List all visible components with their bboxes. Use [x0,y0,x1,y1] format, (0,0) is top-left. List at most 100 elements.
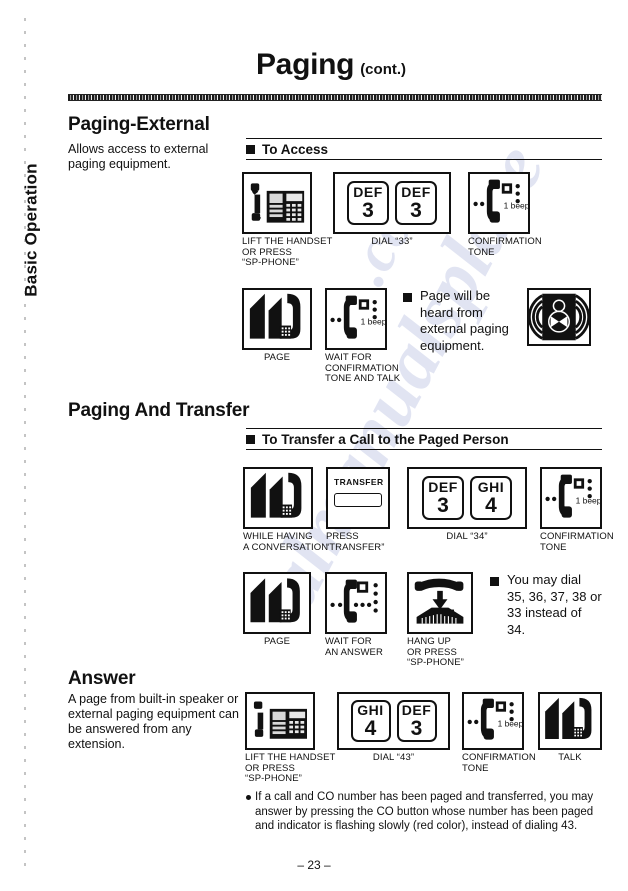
note-text: Page will be heard from external paging … [420,288,509,353]
footnote-text: If a call and CO number has been paged a… [255,791,594,832]
beep-label: 1 beep [576,496,600,506]
note-text: You may dial 35, 36, 37, 38 or 33 instea… [507,572,602,637]
subheading-text: To Access [262,142,329,157]
page-title-continued: (cont.) [360,61,407,78]
footnote-co-button: If a call and CO number has been paged a… [246,790,606,834]
keypad-key: GHI 4 [470,476,512,520]
key-letters: GHI [477,479,505,495]
step-caption: WAIT FOR AN ANSWER [325,636,383,658]
bullet-dot-icon [246,795,251,800]
conversation-handset-icon [243,467,313,529]
manual-page: almanualsplace .com Basic Operation Pagi… [0,0,628,891]
step-caption: CONFIRMATION TONE [462,752,536,774]
key-digit: 4 [364,717,377,740]
keypad-key: DEF 3 [396,700,437,742]
dial-keys-icon: DEF 3 DEF 3 [333,172,451,234]
subheading-rule-bottom [246,449,602,450]
section-tab-label: Basic Operation [22,163,41,297]
desk-phone-handset-lifted-icon [242,172,312,234]
key-letters: DEF [401,702,432,718]
subheading-label-row: To Transfer a Call to the Paged Person [246,429,602,449]
step-confirmation-tone: 1 beep CONFIRMATION TONE [468,172,542,258]
section-heading-paging-external: Paging-External [68,114,210,135]
beep-label: 1 beep [361,317,385,327]
page-title: Paging (cont.) [60,48,602,82]
step-caption: DIAL “33” [371,236,413,247]
note-external-paging: Page will be heard from external paging … [403,288,521,354]
dial-keys-icon: DEF 3 GHI 4 [407,467,527,529]
step-lift-handset: LIFT THE HANDSET OR PRESS “SP-PHONE” [242,172,332,269]
section-heading-paging-and-transfer: Paging And Transfer [68,400,250,421]
subheading-to-transfer: To Transfer a Call to the Paged Person [246,428,602,450]
subheading-label-row: To Access [246,139,602,159]
transfer-button-label: TRANSFER [334,477,384,487]
step-external-speaker [527,288,591,346]
key-letters: DEF [428,479,458,495]
square-bullet-icon [246,435,255,444]
step-confirmation-tone: 1 beep CONFIRMATION TONE [540,467,614,553]
page-handset-icon [243,572,311,634]
step-caption: DIAL “34” [446,531,488,542]
talk-handset-icon [538,692,602,750]
handset-beep-icon: 1 beep [540,467,602,529]
step-caption: CONFIRMATION TONE [540,531,614,553]
keypad-key: GHI 4 [350,700,391,742]
step-caption: PAGE [263,352,291,363]
subheading-to-access: To Access [246,138,602,160]
key-digit: 3 [410,717,423,740]
section-lead-paging-external: Allows access to external paging equipme… [68,142,209,171]
step-caption: HANG UP OR PRESS “SP-PHONE” [407,636,464,668]
square-bullet-icon [246,145,255,154]
keypad-keys: DEF 3 DEF 3 [335,174,449,232]
step-caption: PRESS “TRANSFER” [326,531,385,553]
section-heading-answer: Answer [68,668,136,689]
key-letters: DEF [353,184,383,200]
keypad-key: DEF 3 [395,181,437,225]
step-dial-34: DEF 3 GHI 4 DIAL “34” [407,467,527,543]
section-lead-answer: A page from built-in speaker or external… [68,692,239,751]
step-page: PAGE [242,288,312,364]
key-digit: 3 [362,199,374,222]
step-hang-up: HANG UP OR PRESS “SP-PHONE” [407,572,473,669]
desk-phone-handset-lifted-icon [245,692,315,750]
section-tab-basic-operation: Basic Operation [12,150,52,310]
key-digit: 3 [410,199,422,222]
step-caption: PAGE [263,636,291,647]
square-bullet-icon [490,577,499,586]
handset-beep-icon: 1 beep [325,288,387,350]
step-confirmation-tone: 1 beep CONFIRMATION TONE [462,692,536,774]
step-while-conversation: WHILE HAVING A CONVERSATION [243,467,328,553]
keypad-key: DEF 3 [347,181,389,225]
key-letters: GHI [357,702,384,718]
step-talk: TALK [538,692,602,764]
key-digit: 3 [437,494,449,517]
key-digit: 4 [485,494,497,517]
dial-keys-icon: GHI 4 DEF 3 [337,692,450,750]
handset-beep-icon: 1 beep [462,692,524,750]
step-caption: LIFT THE HANDSET OR PRESS “SP-PHONE” [242,236,333,268]
step-dial-33: DEF 3 DEF 3 DIAL “33” [333,172,451,248]
transfer-button-icon: TRANSFER [326,467,390,529]
step-caption: DIAL “43” [372,752,415,763]
step-wait-confirmation: 1 beep WAIT FOR CONFIRMATION TONE AND TA… [325,288,400,385]
step-caption: CONFIRMATION TONE [468,236,542,258]
page-handset-icon [242,288,312,350]
step-page: PAGE [243,572,311,648]
handset-beep-icon: 1 beep [468,172,530,234]
step-caption: WHILE HAVING A CONVERSATION [243,531,329,553]
subheading-text: To Transfer a Call to the Paged Person [262,432,509,447]
key-letters: DEF [401,184,431,200]
external-speaker-icon [527,288,591,346]
handset-wait-icon [325,572,387,634]
hang-up-icon [407,572,473,634]
step-caption: TALK [558,752,582,763]
keypad-keys: GHI 4 DEF 3 [339,694,448,748]
subheading-rule-bottom [246,159,602,160]
page-number: – 23 – [297,858,331,872]
header-divider [68,94,602,101]
beep-label: 1 beep [498,719,522,729]
note-alternate-dial-codes: You may dial 35, 36, 37, 38 or 33 instea… [490,572,602,638]
step-caption: WAIT FOR CONFIRMATION TONE AND TALK [325,352,401,384]
scan-edge-artifact [24,18,26,874]
square-bullet-icon [403,293,412,302]
